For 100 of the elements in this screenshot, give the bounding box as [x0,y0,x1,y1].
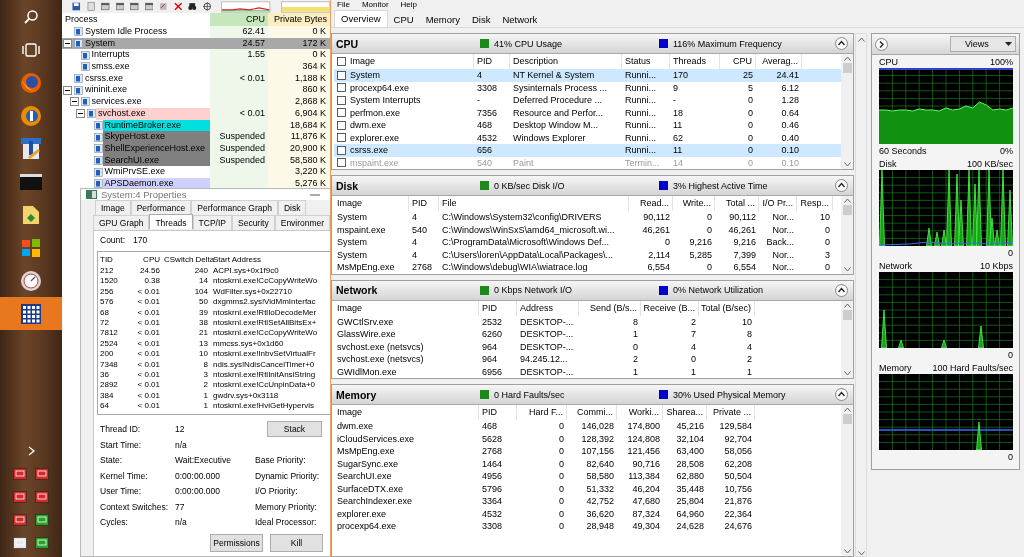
column-header[interactable]: Receive (B... [643,300,695,316]
column-header[interactable]: Image [337,405,362,420]
target-icon[interactable] [202,2,212,11]
process-row[interactable]: RuntimeBroker.exe 18,684 K [62,119,330,132]
column-header[interactable]: I/O Pr... [762,196,793,211]
column-header[interactable]: Write... [682,196,711,211]
scroll-down-icon[interactable] [843,371,851,376]
stack-button[interactable]: Stack [267,421,322,438]
collapse-icon[interactable] [69,97,79,107]
tray-icon[interactable] [35,468,49,480]
menu-item[interactable]: File [337,0,350,10]
column-header[interactable]: PID [482,405,497,420]
tray-icon[interactable] [35,514,49,526]
collapse-icon[interactable] [76,109,85,119]
close-icon[interactable] [173,2,183,11]
scroll-up-icon[interactable] [843,56,851,61]
process-row[interactable]: svchost.exe < 0.01 6,904 K [62,107,330,120]
collapse-button[interactable] [835,37,849,50]
tab[interactable]: CPU [387,12,420,27]
checkbox[interactable] [337,70,346,80]
tray-icon[interactable] [13,468,27,480]
column-header[interactable]: Commi... [577,405,613,420]
column-header[interactable]: Threads [673,54,707,69]
process-row[interactable]: System 24.57 172 K [62,37,330,50]
scroll-thumb[interactable] [842,414,852,424]
scroll-up-icon[interactable] [843,198,851,203]
column-header[interactable]: PID [412,196,427,211]
views-button[interactable]: Views [950,36,1016,52]
collapse-button[interactable] [835,179,849,192]
properties-icon[interactable] [159,2,168,11]
scroll-down-icon[interactable] [843,266,851,272]
dialog-button[interactable]: Kill [270,533,323,552]
section-header[interactable]: Network 0 Kbps Network I/O 0% Network Utilization [332,280,854,301]
tray-icon[interactable] [35,537,49,549]
menu-item[interactable]: Monitor [361,0,389,10]
column-header[interactable]: Send (B/s... [589,300,637,316]
window-icon[interactable] [101,2,110,11]
scroll-thumb[interactable] [842,63,852,73]
process-row[interactable]: services.exe 2,868 K [62,96,330,108]
process-row[interactable]: Interrupts 1.55 0 K [62,49,330,62]
process-row[interactable]: wininit.exe 860 K [62,84,330,97]
collapse-icon[interactable] [63,85,72,95]
mini-graph[interactable] [221,0,271,13]
dialog-button[interactable]: Permissions [210,533,263,552]
column-header[interactable]: Address [520,300,554,316]
process-row[interactable]: SkypeHost.exe Suspended 11,876 K [62,131,330,143]
scroll-thumb[interactable] [842,205,852,215]
process-row[interactable]: WmiPrvSE.exe 3,220 K [62,166,330,178]
taskbar-button[interactable] [0,297,62,330]
tray-icon[interactable] [13,491,27,503]
collapse-button[interactable] [835,388,849,401]
window-icon[interactable] [144,2,154,11]
scroll-up-icon[interactable] [843,407,851,412]
process-row[interactable]: ShellExperienceHost.exe Suspended 20,900 K [62,142,330,155]
column-header[interactable]: Worki... [628,405,659,420]
collapse-button[interactable] [835,283,849,297]
column-header[interactable]: PID [477,54,492,69]
tab[interactable]: Overview [334,10,388,27]
tab[interactable]: GPU Graph [93,215,150,230]
tab[interactable]: Disk [277,200,307,215]
tab[interactable]: Disk [465,12,497,27]
process-row[interactable]: System Idle Process 62.41 0 K [62,26,330,38]
tab[interactable]: Network [496,12,544,27]
scroll-thumb[interactable] [842,309,852,320]
menu-item[interactable]: Help [400,0,418,10]
column-header[interactable]: Total ... [726,196,755,211]
column-header[interactable]: Private ... [713,405,751,420]
column-header[interactable]: Process [62,13,210,26]
column-header[interactable]: Image [350,54,375,69]
scroll-down-icon[interactable] [843,162,851,167]
binoculars-icon[interactable] [188,2,197,11]
tab[interactable]: Memory [419,12,466,27]
scrollbar[interactable] [841,196,854,274]
column-header[interactable]: Image [337,196,362,211]
checkbox[interactable] [337,145,346,155]
window-icon[interactable] [130,2,139,11]
scroll-up-icon[interactable] [857,37,865,42]
column-header[interactable]: Status [625,54,651,69]
scrollbar[interactable] [841,405,854,556]
column-header[interactable]: TID [98,254,126,266]
tab[interactable]: Environmer [274,215,330,230]
column-header[interactable]: Read... [639,196,669,211]
checkbox[interactable] [337,120,346,130]
column-header[interactable]: Sharea... [666,405,703,420]
tab[interactable]: Performance Graph [191,200,278,215]
column-header[interactable]: Description [513,54,559,69]
tab[interactable]: TCP/IP [192,215,232,230]
checkbox[interactable] [337,95,346,105]
checkbox[interactable] [337,83,346,93]
process-row[interactable]: smss.exe 364 K [62,61,330,73]
section-header[interactable]: Disk 0 KB/sec Disk I/O 3% Highest Active Time [332,176,854,196]
scrollbar[interactable] [841,300,854,378]
process-row[interactable]: SearchUI.exe Suspended 58,580 K [62,154,330,167]
column-header[interactable]: CPU [733,54,752,69]
column-header[interactable]: Private Bytes [268,13,330,26]
checkbox[interactable] [337,57,346,66]
section-header[interactable]: CPU 41% CPU Usage 116% Maximum Frequency [332,34,854,54]
column-header[interactable]: CPU [126,254,162,266]
column-header[interactable]: Image [337,300,362,316]
collapse-icon[interactable] [63,39,72,49]
